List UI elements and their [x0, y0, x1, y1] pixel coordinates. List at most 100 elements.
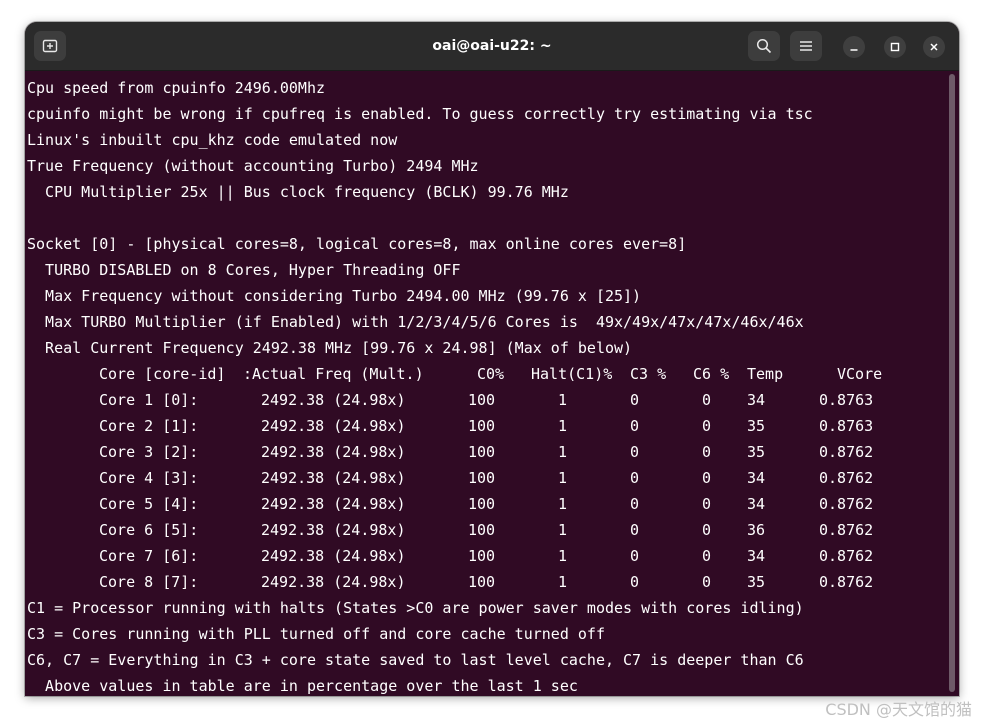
table-row: Core 5 [4]: 2492.38 (24.98x) 100 1 0 0 3…: [27, 491, 943, 517]
cell-halt: 1: [558, 547, 568, 565]
table-row: Core 4 [3]: 2492.38 (24.98x) 100 1 0 0 3…: [27, 465, 943, 491]
output-line: Above values in table are in percentage …: [27, 677, 578, 695]
cell-freq: 2492.38 (24.98x): [261, 547, 406, 565]
cell-core: Core 3 [2]:: [99, 443, 199, 461]
cell-c6: 0: [702, 521, 712, 539]
core-table-header: Core [core-id] :Actual Freq (Mult.) C0% …: [27, 361, 943, 387]
cell-c3: 0: [630, 573, 640, 591]
cell-c0: 100: [468, 443, 496, 461]
cell-c0: 100: [468, 417, 496, 435]
cell-temp: 34: [747, 391, 766, 409]
header-c3: C3 %: [630, 365, 667, 383]
header-core: Core [core-id]: [99, 365, 226, 383]
scrollbar[interactable]: [949, 74, 955, 692]
cell-freq: 2492.38 (24.98x): [261, 417, 406, 435]
search-button[interactable]: [748, 31, 780, 61]
header-c0: C0%: [477, 365, 505, 383]
cell-freq: 2492.38 (24.98x): [261, 495, 406, 513]
cell-vcore: 0.8763: [819, 391, 874, 409]
cell-core: Core 8 [7]:: [99, 573, 199, 591]
table-row: Core 7 [6]: 2492.38 (24.98x) 100 1 0 0 3…: [27, 543, 943, 569]
cell-halt: 1: [558, 521, 568, 539]
cell-c6: 0: [702, 547, 712, 565]
cell-vcore: 0.8763: [819, 417, 874, 435]
cell-c3: 0: [630, 495, 640, 513]
cell-temp: 36: [747, 521, 766, 539]
cell-temp: 34: [747, 469, 766, 487]
cell-c6: 0: [702, 391, 712, 409]
hamburger-menu-icon: [800, 41, 812, 51]
close-button[interactable]: [923, 36, 945, 58]
cell-c0: 100: [468, 495, 496, 513]
cell-halt: 1: [558, 417, 568, 435]
output-line: Linux's inbuilt cpu_khz code emulated no…: [27, 131, 398, 149]
search-icon: [756, 38, 772, 54]
cell-core: Core 4 [3]:: [99, 469, 199, 487]
cell-freq: 2492.38 (24.98x): [261, 521, 406, 539]
cell-vcore: 0.8762: [819, 573, 874, 591]
output-line: C3 = Cores running with PLL turned off a…: [27, 625, 605, 643]
cell-temp: 35: [747, 573, 766, 591]
menu-button[interactable]: [790, 31, 822, 61]
cell-freq: 2492.38 (24.98x): [261, 443, 406, 461]
cell-c3: 0: [630, 391, 640, 409]
cell-core: Core 2 [1]:: [99, 417, 199, 435]
output-line: Max Frequency without considering Turbo …: [27, 287, 642, 305]
output-line: CPU Multiplier 25x || Bus clock frequenc…: [27, 183, 569, 201]
cell-core: Core 6 [5]:: [99, 521, 199, 539]
close-icon: [930, 43, 938, 51]
cell-c0: 100: [468, 391, 496, 409]
maximize-button[interactable]: [884, 36, 906, 58]
cell-vcore: 0.8762: [819, 521, 874, 539]
output-line: Max TURBO Multiplier (if Enabled) with 1…: [27, 313, 804, 331]
cell-core: Core 1 [0]:: [99, 391, 199, 409]
cell-freq: 2492.38 (24.98x): [261, 573, 406, 591]
title-bar: oai@oai-u22: ~: [25, 22, 959, 71]
cell-c0: 100: [468, 573, 496, 591]
cell-halt: 1: [558, 469, 568, 487]
output-line: True Frequency (without accounting Turbo…: [27, 157, 479, 175]
cell-vcore: 0.8762: [819, 469, 874, 487]
cell-vcore: 0.8762: [819, 443, 874, 461]
header-halt: Halt(C1)%: [531, 365, 613, 383]
cell-c6: 0: [702, 495, 712, 513]
minimize-icon: [850, 49, 858, 51]
cell-c0: 100: [468, 521, 496, 539]
output-line: Socket [0] - [physical cores=8, logical …: [27, 235, 687, 253]
cell-c3: 0: [630, 521, 640, 539]
cell-c3: 0: [630, 469, 640, 487]
table-row: Core 2 [1]: 2492.38 (24.98x) 100 1 0 0 3…: [27, 413, 943, 439]
output-line: cpuinfo might be wrong if cpufreq is ena…: [27, 105, 813, 123]
cell-vcore: 0.8762: [819, 547, 874, 565]
header-temp: Temp: [747, 365, 784, 383]
table-row: Core 1 [0]: 2492.38 (24.98x) 100 1 0 0 3…: [27, 387, 943, 413]
cell-halt: 1: [558, 391, 568, 409]
cell-temp: 34: [747, 547, 766, 565]
cell-c3: 0: [630, 417, 640, 435]
watermark: CSDN @天文馆的猫: [825, 700, 972, 719]
cell-c3: 0: [630, 547, 640, 565]
cell-halt: 1: [558, 573, 568, 591]
new-tab-icon: [42, 39, 58, 53]
output-line: Real Current Frequency 2492.38 MHz [99.7…: [27, 339, 633, 357]
table-row: Core 8 [7]: 2492.38 (24.98x) 100 1 0 0 3…: [27, 569, 943, 595]
cell-c0: 100: [468, 469, 496, 487]
cell-halt: 1: [558, 443, 568, 461]
header-freq: :Actual Freq (Mult.): [243, 365, 424, 383]
output-line: TURBO DISABLED on 8 Cores, Hyper Threadi…: [27, 261, 461, 279]
cell-temp: 35: [747, 417, 766, 435]
minimize-button[interactable]: [843, 36, 865, 58]
cell-halt: 1: [558, 495, 568, 513]
output-line: Cpu speed from cpuinfo 2496.00Mhz: [27, 79, 326, 97]
cell-c0: 100: [468, 547, 496, 565]
terminal-output[interactable]: Cpu speed from cpuinfo 2496.00Mhz cpuinf…: [27, 75, 943, 695]
header-c6: C6 %: [693, 365, 730, 383]
cell-c6: 0: [702, 469, 712, 487]
new-tab-button[interactable]: [34, 31, 66, 61]
cell-freq: 2492.38 (24.98x): [261, 391, 406, 409]
output-line: C6, C7 = Everything in C3 + core state s…: [27, 651, 804, 669]
cell-temp: 35: [747, 443, 766, 461]
output-line: C1 = Processor running with halts (State…: [27, 599, 804, 617]
cell-temp: 34: [747, 495, 766, 513]
maximize-icon: [890, 42, 900, 52]
